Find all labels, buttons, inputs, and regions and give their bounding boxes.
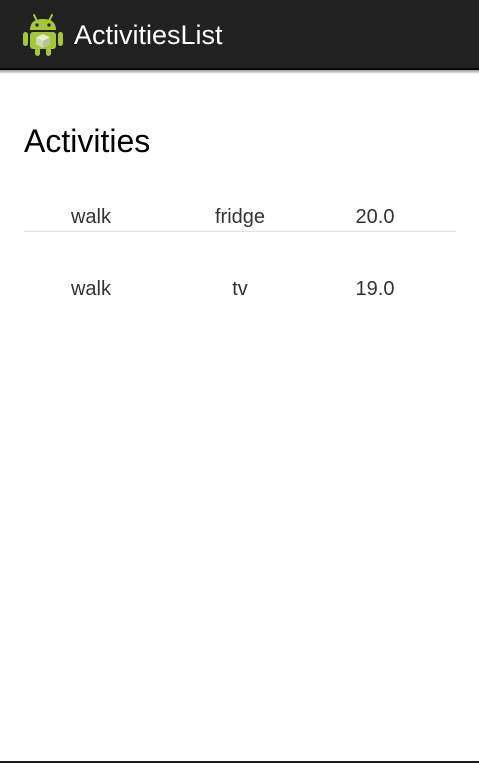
action-bar: ActivitiesList [0, 0, 479, 70]
android-robot-icon[interactable] [22, 13, 64, 57]
activity-name: walk [70, 278, 112, 300]
activities-list: walk fridge 20.0 walk tv 19.0 [24, 186, 456, 302]
action-bar-shadow [0, 70, 479, 74]
list-item[interactable]: walk fridge 20.0 [24, 186, 456, 232]
list-item[interactable]: walk tv 19.0 [24, 232, 456, 302]
activity-value: 20.0 [355, 206, 395, 228]
activity-item: tv [232, 278, 248, 300]
page-title: Activities [24, 123, 151, 159]
activity-name: walk [70, 206, 112, 228]
app-title: ActivitiesList [74, 20, 223, 50]
activity-item: fridge [214, 206, 266, 228]
activity-value: 19.0 [355, 278, 395, 300]
